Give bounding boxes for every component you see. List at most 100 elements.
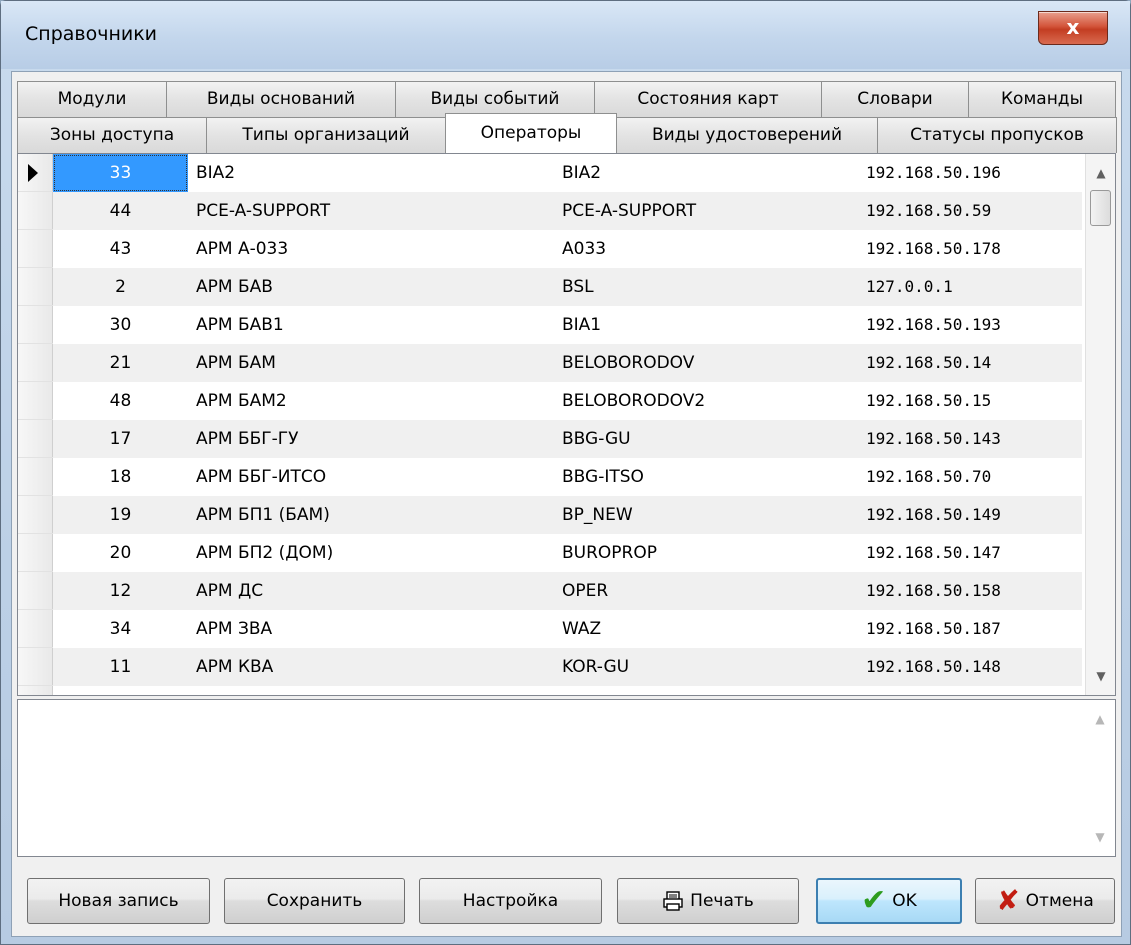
cell-ip[interactable]: 192.168.50.196	[858, 154, 1082, 192]
row-indicator[interactable]	[18, 419, 53, 458]
tab-modules[interactable]: Модули	[17, 81, 167, 117]
row-indicator[interactable]	[18, 229, 53, 268]
cell-name[interactable]: АРМ ББГ-ГУ	[188, 419, 554, 458]
close-button[interactable]: x	[1038, 11, 1108, 45]
cell-ip[interactable]: 192.168.50.146	[858, 686, 1082, 696]
scroll-down-arrow-icon[interactable]: ▼	[1085, 822, 1115, 852]
table-row[interactable]: 17 АРМ ББГ-ГУ BBG-GU 192.168.50.143	[18, 419, 1082, 458]
cell-host[interactable]: PCE-A-SUPPORT	[554, 191, 858, 230]
row-indicator[interactable]	[18, 381, 53, 420]
cell-name[interactable]: АРМ ББГ-ИТСО	[188, 458, 554, 496]
cell-ip[interactable]: 192.168.50.143	[858, 419, 1082, 458]
tab-basis-types[interactable]: Виды оснований	[166, 81, 396, 117]
cell-id[interactable]: 17	[52, 419, 188, 458]
tab-access-zones[interactable]: Зоны доступа	[17, 117, 207, 153]
table-row[interactable]: 2 АРМ БАВ BSL 127.0.0.1	[18, 267, 1082, 306]
ok-button[interactable]: ✔ OK	[816, 878, 962, 924]
cell-host[interactable]: BUROPROP	[554, 534, 858, 572]
table-row[interactable]: 12 АРМ ДС OPER 192.168.50.158	[18, 571, 1082, 610]
cell-host[interactable]: BIA2	[554, 154, 858, 192]
row-indicator[interactable]	[18, 533, 53, 572]
cell-id[interactable]: 33	[52, 154, 188, 192]
cell-host[interactable]: KOR-KISB	[554, 686, 858, 696]
table-row[interactable]: 43 АРМ А-033 A033 192.168.50.178	[18, 229, 1082, 268]
row-indicator[interactable]	[18, 685, 53, 695]
tab-event-types[interactable]: Виды событий	[395, 81, 595, 117]
new-record-button[interactable]: Новая запись	[27, 878, 210, 924]
cell-name[interactable]: АРМ А-033	[188, 230, 554, 268]
table-row[interactable]: 44 PCE-A-SUPPORT PCE-A-SUPPORT 192.168.50.5…	[18, 191, 1082, 230]
operators-grid[interactable]: 33 BIA2 BIA2 192.168.50.196 44 PCE-A-SUPPORT P…	[17, 153, 1116, 696]
cell-id[interactable]: 21	[52, 343, 188, 382]
cell-name[interactable]: АРМ КВА	[188, 647, 554, 686]
row-indicator[interactable]	[18, 154, 53, 192]
cell-host[interactable]: BP_NEW	[554, 495, 858, 534]
cell-name[interactable]: BIA2	[188, 154, 554, 192]
cell-id[interactable]: 12	[52, 571, 188, 610]
cell-id[interactable]: 48	[53, 382, 189, 420]
grid-vertical-scrollbar[interactable]: ▲ ▼	[1085, 154, 1115, 695]
row-indicator[interactable]	[18, 609, 53, 648]
table-row[interactable]: 11 АРМ КВА KOR-GU 192.168.50.148	[18, 647, 1082, 686]
cell-name[interactable]: АРМ ДС	[188, 571, 554, 610]
tab-dictionaries[interactable]: Словари	[821, 81, 969, 117]
cell-name[interactable]: АРМ БАМ2	[188, 382, 554, 420]
cell-name[interactable]: АРМ БАВ	[188, 267, 554, 306]
row-indicator[interactable]	[18, 457, 53, 496]
cell-id[interactable]: 44	[52, 191, 188, 230]
print-button[interactable]: Печать	[617, 878, 799, 924]
row-indicator[interactable]	[18, 267, 53, 306]
cell-id[interactable]: 18	[53, 458, 189, 496]
cell-ip[interactable]: 192.168.50.149	[858, 495, 1082, 534]
table-row[interactable]: 20 АРМ БП2 (ДОМ) BUROPROP 192.168.50.147	[18, 533, 1082, 572]
table-row[interactable]: 41АРМ КВА1KOR-KISB192.168.50.146	[18, 685, 1082, 696]
cell-host[interactable]: BBG-ITSO	[554, 458, 858, 496]
scroll-up-arrow-icon[interactable]: ▲	[1085, 704, 1115, 734]
cell-ip[interactable]: 192.168.50.59	[858, 191, 1082, 230]
scrollbar-thumb[interactable]	[1090, 190, 1111, 226]
cell-name[interactable]: АРМ ЗВА	[188, 610, 554, 648]
row-indicator[interactable]	[18, 571, 53, 610]
table-row[interactable]: 48 АРМ БАМ2 BELOBORODOV2 192.168.50.15	[18, 381, 1082, 420]
cell-ip[interactable]: 192.168.50.70	[858, 458, 1082, 496]
cell-host[interactable]: BBG-GU	[554, 419, 858, 458]
cell-host[interactable]: BELOBORODOV	[554, 343, 858, 382]
notes-memo-field[interactable]: ▲ ▼	[17, 699, 1116, 857]
cell-id[interactable]: 34	[53, 610, 189, 648]
cell-ip[interactable]: 192.168.50.158	[858, 571, 1082, 610]
cell-name[interactable]: АРМ БП2 (ДОМ)	[188, 534, 554, 572]
tab-organization-types[interactable]: Типы организаций	[206, 117, 446, 153]
cell-host[interactable]: OPER	[554, 571, 858, 610]
table-row[interactable]: 30 АРМ БАВ1 BIA1 192.168.50.193	[18, 305, 1082, 344]
title-bar[interactable]: Справочники x	[1, 1, 1130, 69]
cell-id[interactable]: 2	[52, 267, 188, 306]
settings-button[interactable]: Настройка	[419, 878, 602, 924]
save-button[interactable]: Сохранить	[224, 878, 405, 924]
cell-name[interactable]: АРМ БП1 (БАМ)	[188, 495, 554, 534]
row-indicator[interactable]	[18, 647, 53, 686]
cell-ip[interactable]: 192.168.50.147	[858, 534, 1082, 572]
row-indicator[interactable]	[18, 191, 53, 230]
cell-ip[interactable]: 192.168.50.15	[858, 382, 1082, 420]
cell-id[interactable]: 43	[53, 230, 189, 268]
row-indicator[interactable]	[18, 305, 53, 344]
cell-ip[interactable]: 192.168.50.148	[858, 647, 1082, 686]
row-indicator[interactable]	[18, 343, 53, 382]
row-indicator[interactable]	[18, 495, 53, 534]
cancel-button[interactable]: ✘ Отмена	[975, 878, 1115, 924]
memo-vertical-scrollbar[interactable]: ▲ ▼	[1085, 700, 1115, 856]
cell-host[interactable]: BELOBORODOV2	[554, 382, 858, 420]
cell-ip[interactable]: 127.0.0.1	[858, 267, 1082, 306]
table-row[interactable]: 34 АРМ ЗВА WAZ 192.168.50.187	[18, 609, 1082, 648]
tab-card-states[interactable]: Состояния карт	[594, 81, 822, 117]
scroll-up-arrow-icon[interactable]: ▲	[1086, 158, 1115, 188]
cell-id[interactable]: 30	[53, 306, 189, 344]
tab-commands[interactable]: Команды	[968, 81, 1116, 117]
tab-pass-statuses[interactable]: Статусы пропусков	[877, 117, 1117, 153]
cell-id[interactable]: 20	[53, 534, 189, 572]
cell-name[interactable]: АРМ КВА1	[188, 686, 554, 696]
cell-name[interactable]: АРМ БАВ1	[188, 306, 554, 344]
cell-ip[interactable]: 192.168.50.178	[858, 230, 1082, 268]
cell-host[interactable]: BIA1	[554, 306, 858, 344]
cell-ip[interactable]: 192.168.50.187	[858, 610, 1082, 648]
